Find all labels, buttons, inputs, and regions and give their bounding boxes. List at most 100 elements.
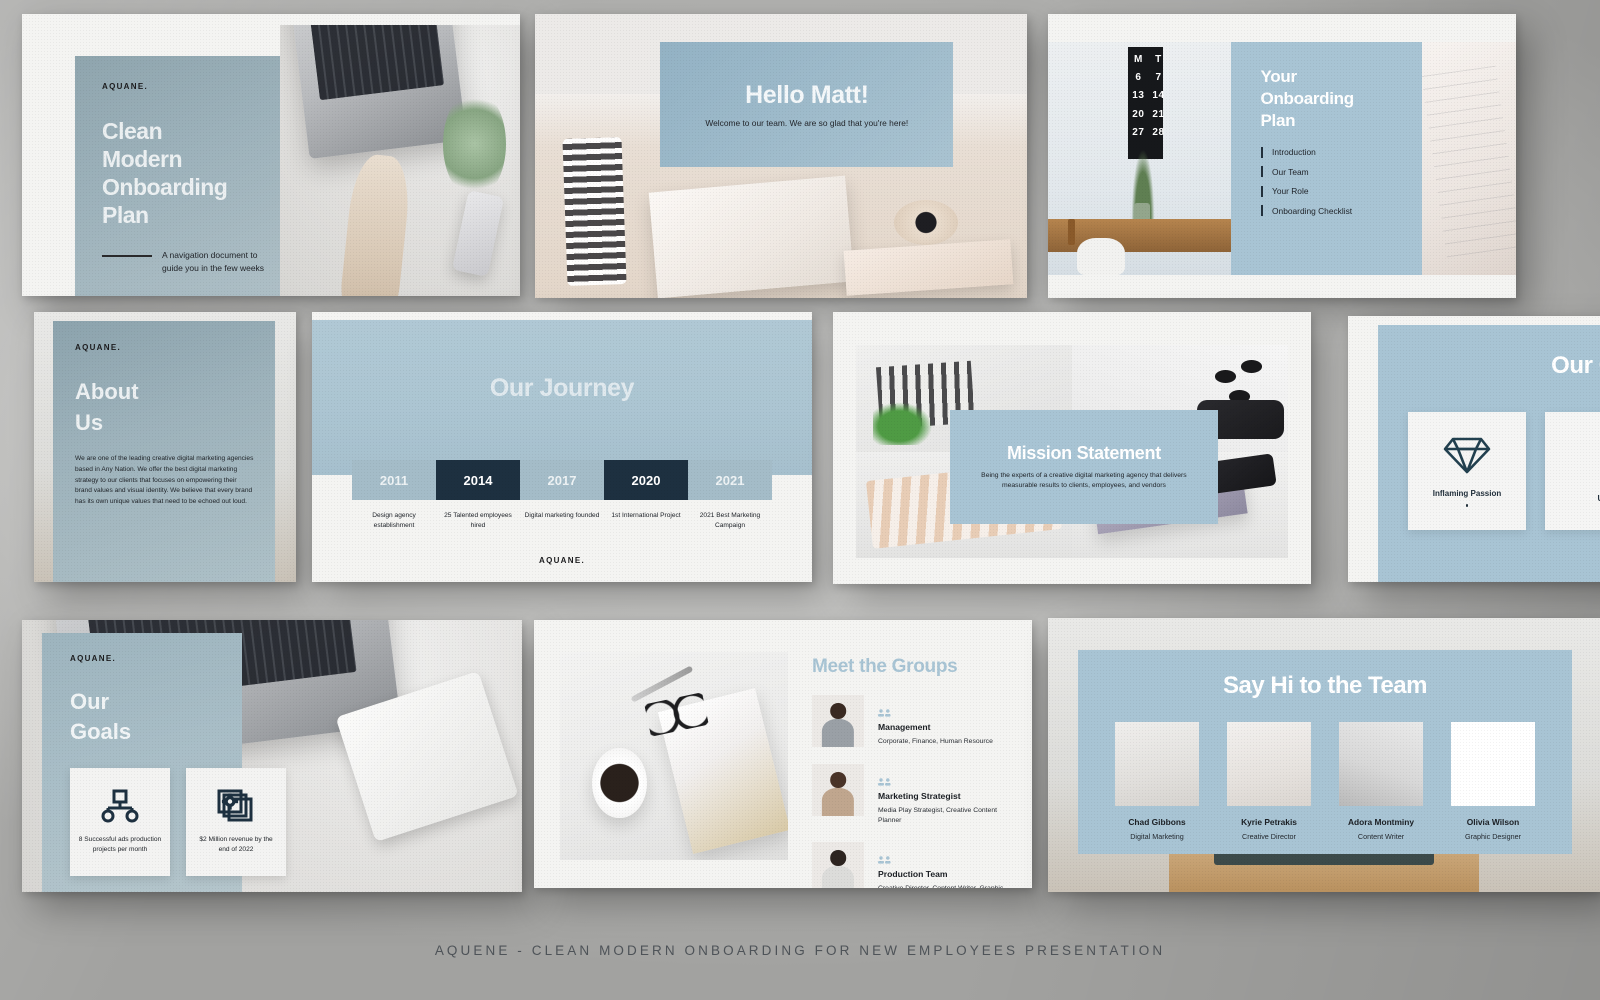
photo-weekly-planner — [1422, 42, 1516, 276]
team-heading: Say Hi to the Team — [1223, 672, 1427, 699]
slide-our-journey[interactable]: Our Journey 2011 Design agency establish… — [312, 312, 812, 582]
goals-heading-line-2: Goals — [70, 719, 132, 745]
timeline-caption: 25 Talented employees hired — [444, 512, 512, 529]
slide-about-us[interactable]: AQUANE. About Us We are one of the leadi… — [34, 312, 296, 582]
photo-chair — [1077, 238, 1125, 276]
team-member[interactable]: Adora Montminy Content Writer — [1339, 722, 1423, 841]
slide-core-values[interactable]: Our Co Inflaming Passion Unl — [1348, 316, 1600, 582]
slide-mission-statement[interactable]: Mission Statement Being the experts of a… — [833, 312, 1311, 584]
photo-marble-sheet — [648, 175, 855, 298]
mission-panel: Mission Statement Being the experts of a… — [950, 409, 1218, 525]
timeline-item[interactable]: 2020 1st International Project — [604, 460, 688, 530]
people-icon — [878, 778, 891, 786]
calendar-c2-d2: 14 — [1152, 90, 1165, 102]
agenda-item-introduction[interactable]: Introduction — [1260, 146, 1423, 158]
photo-planner-sheet — [335, 670, 519, 842]
timeline-year: 2014 — [436, 460, 520, 500]
photo-box — [843, 239, 1014, 296]
photo-coffee-cup — [591, 747, 647, 819]
layered-gear-icon — [217, 789, 253, 822]
member-role: Content Writer — [1357, 832, 1405, 841]
timeline-item[interactable]: 2011 Design agency establishment — [352, 460, 436, 530]
member-role: Graphic Designer — [1465, 832, 1521, 841]
goal-card[interactable]: $2 Million revenue by the end of 2022 — [186, 768, 286, 876]
photo-arm — [339, 152, 413, 296]
avatar — [1115, 722, 1199, 806]
title-subtitle: A navigation document to guide you in th… — [162, 250, 265, 273]
bullet-tick-icon — [1260, 146, 1264, 158]
brand-logo: AQUANE. — [70, 654, 116, 663]
plan-panel: Your Onboarding Plan Introduction Our Te… — [1230, 42, 1423, 276]
group-desc: Creative Director, Content Writer, Graph… — [878, 884, 1016, 888]
team-member[interactable]: Chad Gibbons Digital Marketing — [1115, 722, 1199, 841]
core-value-card[interactable]: Inflaming Passion — [1408, 412, 1526, 530]
photo-notebook-coil — [561, 137, 627, 287]
goal-card[interactable]: 8 Successful ads production projects per… — [70, 768, 170, 876]
title-line-4: Plan — [102, 202, 149, 229]
unknown-icon — [1578, 440, 1600, 480]
timeline-year: 2020 — [604, 460, 688, 500]
title-line-2: Modern — [102, 146, 183, 173]
team-member[interactable]: Olivia Wilson Graphic Designer — [1451, 722, 1535, 841]
calendar-c1-d3: 20 — [1132, 108, 1145, 120]
agenda-item-your-role[interactable]: Your Role — [1260, 185, 1423, 197]
slide-welcome[interactable]: Hello Matt! Welcome to our team. We are … — [535, 14, 1027, 298]
hierarchy-icon — [101, 789, 139, 823]
photo-person-marketing — [812, 764, 864, 816]
avatar — [1227, 722, 1311, 806]
agenda-label: Your Role — [1272, 186, 1309, 197]
photo-office-desk: M 6 13 20 27 T 7 14 21 28 — [1048, 42, 1231, 276]
slide-our-goals[interactable]: AQUANE. Our Goals 8 Successful ads produ… — [22, 620, 522, 892]
timeline-item[interactable]: 2014 25 Talented employees hired — [436, 460, 520, 530]
brand-logo: AQUANE. — [75, 343, 121, 352]
about-body: We are one of the leading creative digit… — [75, 455, 254, 506]
card-dot — [1465, 504, 1469, 507]
goal-caption: 8 Successful ads production projects per… — [78, 836, 162, 853]
member-name: Chad Gibbons — [1128, 817, 1186, 827]
group-row[interactable]: Production Team Creative Director, Conte… — [812, 842, 1016, 888]
group-desc: Media Play Strategist, Creative Content … — [878, 807, 998, 824]
timeline-item[interactable]: 2021 2021 Best Marketing Campaign — [688, 460, 772, 530]
timeline-year: 2011 — [352, 460, 436, 500]
member-name: Olivia Wilson — [1466, 817, 1520, 827]
group-row[interactable]: Marketing Strategist Media Play Strategi… — [812, 764, 1016, 825]
timeline-caption: 2021 Best Marketing Campaign — [699, 512, 761, 529]
team-members: Chad Gibbons Digital Marketing Kyrie Pet… — [1078, 722, 1572, 841]
member-name: Adora Montminy — [1347, 817, 1415, 827]
timeline-item[interactable]: 2017 Digital marketing founded — [520, 460, 604, 530]
slide-title[interactable]: AQUANE. Clean Modern Onboarding Plan A n… — [22, 14, 520, 296]
mockup-caption: AQUENE - CLEAN MODERN ONBOARDING FOR NEW… — [434, 943, 1166, 958]
photo-wood-table — [1048, 219, 1231, 252]
about-panel: AQUANE. About Us We are one of the leadi… — [53, 321, 275, 582]
about-heading: About Us — [75, 376, 255, 438]
timeline-caption: Design agency establishment — [372, 512, 416, 529]
timeline-caption: Digital marketing founded — [524, 512, 600, 519]
photo-person-production — [812, 842, 864, 888]
slide-onboarding-plan[interactable]: M 6 13 20 27 T 7 14 21 28 Your Onboardin… — [1048, 14, 1516, 298]
timeline-year: 2021 — [688, 460, 772, 500]
slide-meet-the-groups[interactable]: Meet the Groups Management Corporate, Fi… — [534, 620, 1032, 888]
photo-diffuser — [1068, 219, 1076, 245]
title-line-3: Onboarding — [102, 174, 228, 201]
agenda-label: Onboarding Checklist — [1272, 205, 1353, 216]
calendar-c2-d3: 21 — [1152, 108, 1165, 120]
plan-heading-line-3: Plan — [1260, 110, 1296, 130]
member-role: Digital Marketing — [1130, 832, 1184, 841]
agenda-item-onboarding-checklist[interactable]: Onboarding Checklist — [1260, 205, 1423, 217]
divider-rule — [102, 255, 152, 257]
people-icon — [878, 856, 891, 864]
agenda-item-our-team[interactable]: Our Team — [1260, 166, 1423, 178]
core-value-card[interactable]: Unl — [1545, 412, 1600, 530]
group-row[interactable]: Management Corporate, Finance, Human Res… — [812, 695, 1016, 747]
goals-heading: Our Goals — [70, 687, 242, 748]
mission-heading: Mission Statement — [1006, 443, 1161, 464]
photo-person-management — [812, 695, 864, 747]
calendar-c2-d1: 7 — [1155, 72, 1162, 84]
avatar — [1451, 722, 1535, 806]
page-title: Clean Modern Onboarding Plan — [102, 117, 280, 229]
slide-say-hi-team[interactable]: Say Hi to the Team Chad Gibbons Digital … — [1048, 618, 1600, 892]
team-member[interactable]: Kyrie Petrakis Creative Director — [1227, 722, 1311, 841]
photo-coffee-desk — [560, 652, 788, 860]
team-panel: Say Hi to the Team Chad Gibbons Digital … — [1078, 650, 1572, 854]
timeline: 2011 Design agency establishment 2014 25… — [352, 460, 772, 530]
